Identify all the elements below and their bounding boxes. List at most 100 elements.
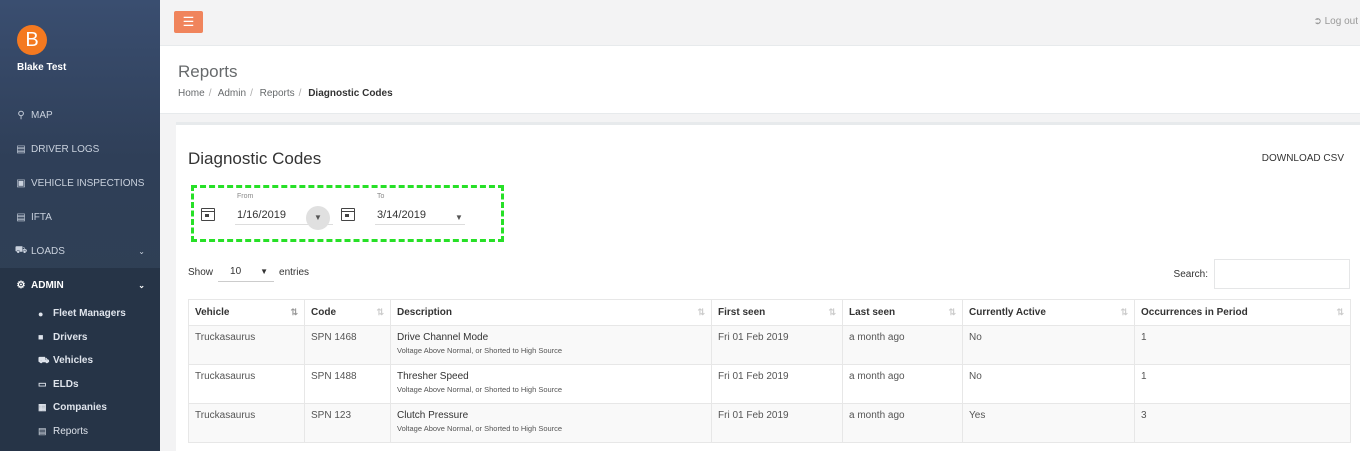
cell-vehicle: Truckasaurus [188,364,305,404]
from-date-input[interactable]: 1/16/2019 [237,209,286,221]
breadcrumb-separator: / [208,88,212,99]
sidebar-item-companies[interactable]: ▦ Companies [0,396,160,420]
description-title: Clutch Pressure [397,410,469,421]
sidebar-item-label: VEHICLE INSPECTIONS [31,177,145,189]
column-header-currently-active[interactable]: Currently Active ⇅ [962,299,1135,326]
topbar: ☰ ➲ Log out [160,0,1360,46]
logout-label: Log out [1324,16,1358,27]
column-header-code[interactable]: Code ⇅ [304,299,391,326]
sidebar-item-map[interactable]: ⚲ MAP [0,98,160,132]
to-date-input[interactable]: 3/14/2019 [377,209,426,221]
settings-icon: ⚙ [16,279,26,291]
cell-first-seen: Fri 01 Feb 2019 [711,364,843,404]
sort-icon: ⇅ [828,307,836,317]
file-icon: ▤ [16,211,26,223]
truck-icon: ⛟ [14,244,28,256]
sort-icon: ⇅ [948,307,956,317]
entries-value: 10 [230,266,242,277]
date-range-picker: From 1/16/2019 ▼ To 3/14/2019 ▼ [191,185,504,242]
caret-down-icon: ▼ [260,267,269,276]
breadcrumb-separator: / [250,88,253,99]
sidebar-item-label: DRIVER LOGS [31,143,100,155]
sort-icon: ⇅ [1336,307,1344,317]
sidebar-item-label: Drivers [53,331,88,343]
from-dropdown-arrow-icon[interactable]: ▼ [306,206,330,230]
breadcrumb-current: Diagnostic Codes [308,88,393,99]
cell-description: Clutch Pressure Voltage Above Normal, or … [390,403,712,443]
column-header-first-seen[interactable]: First seen ⇅ [711,299,843,326]
cell-description: Drive Channel Mode Voltage Above Normal, … [390,325,712,365]
cell-occurrences: 1 [1134,364,1351,404]
column-header-vehicle[interactable]: Vehicle ⇅ [188,299,305,326]
cell-currently-active: No [962,325,1135,365]
page-title: Reports [178,62,238,81]
sidebar-item-vehicle-inspections[interactable]: ▣ VEHICLE INSPECTIONS [0,166,160,200]
search-label: Search: [1173,268,1208,280]
sidebar-item-drivers[interactable]: ■ Drivers [0,326,160,350]
cell-occurrences: 1 [1134,325,1351,365]
sign-out-icon: ➲ [1313,16,1322,27]
cell-occurrences: 3 [1134,403,1351,443]
sidebar-item-label: ADMIN [31,279,64,291]
column-header-description[interactable]: Description ⇅ [390,299,712,326]
cell-last-seen: a month ago [842,325,963,365]
sidebar-item-elds[interactable]: ▭ ELDs [0,373,160,397]
document-icon: ▤ [16,143,26,155]
to-dropdown-arrow-icon[interactable]: ▼ [447,206,471,230]
column-header-occurrences[interactable]: Occurrences in Period ⇅ [1134,299,1351,326]
cell-last-seen: a month ago [842,364,963,404]
calendar-icon[interactable] [341,208,355,221]
table-header-row: Vehicle ⇅ Code ⇅ Description ⇅ First seen ⇅ … [188,299,1351,326]
sidebar-item-driver-logs[interactable]: ▤ DRIVER LOGS [0,132,160,166]
sidebar-item-admin[interactable]: ⚙ ADMIN ⌄ [0,268,160,302]
table-row[interactable]: Truckasaurus SPN 1468 Drive Channel Mode… [188,325,1351,365]
description-detail: Voltage Above Normal, or Shorted to High… [397,424,563,433]
sidebar-item-reports[interactable]: ▤ Reports [0,420,160,444]
cell-currently-active: Yes [962,403,1135,443]
sidebar-item-label: IFTA [31,211,52,223]
breadcrumb-admin[interactable]: Admin [218,88,246,99]
breadcrumb-separator: / [298,88,302,99]
sidebar-item-label: Companies [53,402,107,414]
id-card-icon: ■ [38,332,44,343]
cell-first-seen: Fri 01 Feb 2019 [711,403,843,443]
logout-link[interactable]: ➲ Log out [1313,16,1358,27]
diagnostic-codes-table: Vehicle ⇅ Code ⇅ Description ⇅ First seen ⇅ … [188,299,1351,443]
chart-icon: ▤ [38,425,47,436]
breadcrumb-home[interactable]: Home [178,88,205,99]
hamburger-icon: ☰ [182,14,195,29]
column-header-last-seen[interactable]: Last seen ⇅ [842,299,963,326]
breadcrumb: Home / Admin / Reports / Diagnostic Codes [178,88,393,99]
to-label: To [377,193,385,200]
entries-select[interactable]: 10 ▼ [218,262,275,282]
laptop-icon: ▭ [38,378,47,389]
sidebar-item-loads[interactable]: ⛟ LOADS ⌄ [0,234,160,268]
table-row[interactable]: Truckasaurus SPN 123 Clutch Pressure Volt… [188,403,1351,443]
search-control: Search: [1174,259,1350,289]
calendar-icon[interactable] [201,208,215,221]
sidebar-item-ifta[interactable]: ▤ IFTA [0,200,160,234]
sidebar-item-label: Fleet Managers [53,308,126,320]
chevron-down-icon: ⌄ [138,246,145,256]
from-label: From [237,193,254,200]
entries-control: Show 10 ▼ entries [188,262,309,282]
sort-icon: ⇅ [697,307,705,317]
search-input[interactable] [1214,259,1350,289]
sidebar-item-label: Reports [53,425,89,437]
user-name: Blake Test [17,62,67,73]
sidebar-item-label: ELDs [53,378,79,390]
download-csv-button[interactable]: DOWNLOAD CSV [1262,153,1344,164]
sidebar-item-label: MAP [31,109,53,121]
table-row[interactable]: Truckasaurus SPN 1488 Thresher Speed Volt… [188,364,1351,404]
menu-toggle-button[interactable]: ☰ [174,11,203,33]
sidebar-item-fleet-managers[interactable]: ● Fleet Managers [0,302,160,326]
cell-code: SPN 123 [304,403,391,443]
description-detail: Voltage Above Normal, or Shorted to High… [397,346,563,355]
breadcrumb-reports[interactable]: Reports [260,88,295,99]
sidebar-item-vehicles[interactable]: ⛟ Vehicles [0,349,160,373]
clipboard-icon: ▣ [16,177,26,189]
cell-description: Thresher Speed Voltage Above Normal, or S… [390,364,712,404]
cell-vehicle: Truckasaurus [188,325,305,365]
sidebar-item-label: Vehicles [53,355,94,367]
avatar[interactable]: B [17,25,47,55]
